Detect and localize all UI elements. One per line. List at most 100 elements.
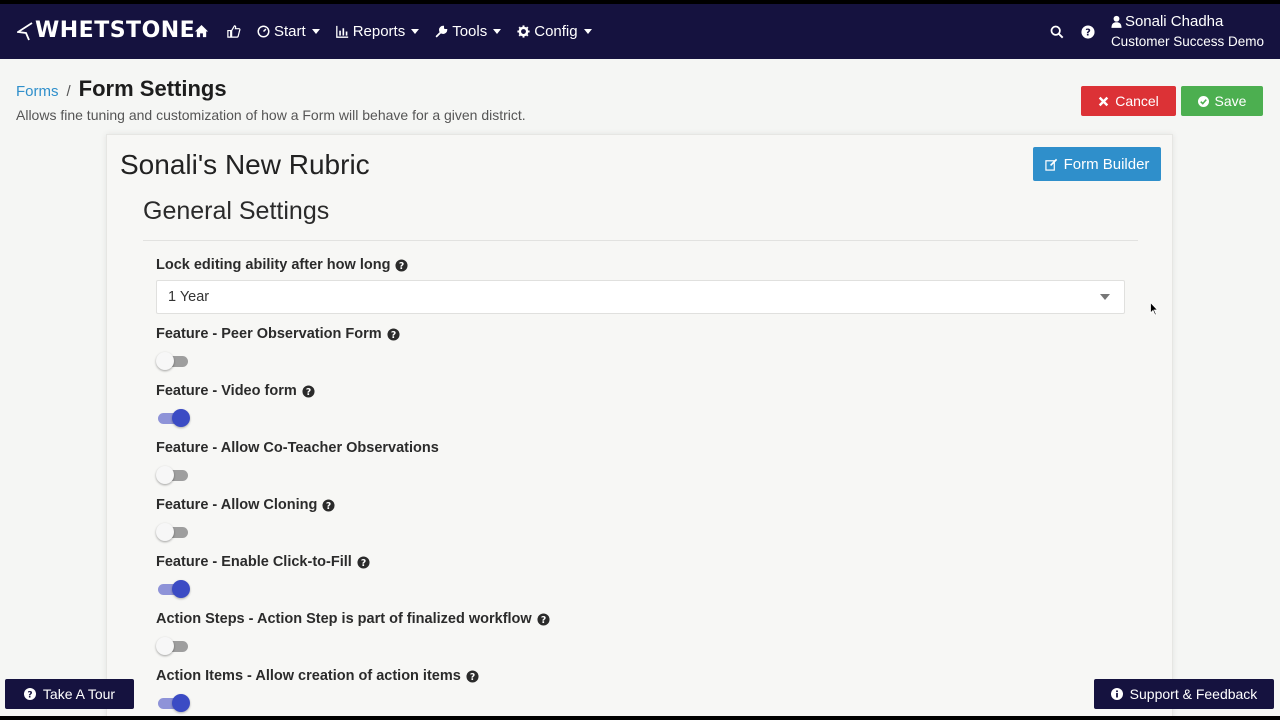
question-circle-icon[interactable]: ?: [395, 258, 408, 272]
nav-menu-bar: Start Reports Tools Config: [193, 4, 608, 59]
setting-label: Feature - Allow Co-Teacher Observations: [156, 440, 439, 456]
info-circle-icon: [1110, 688, 1123, 700]
nav-reports-label: Reports: [352, 23, 406, 40]
gear-icon: [517, 25, 530, 38]
breadcrumb-separator: /: [66, 83, 71, 100]
breadcrumb: Forms / Form Settings: [16, 76, 227, 102]
setting-toggle[interactable]: [156, 693, 190, 713]
chevron-down-icon: [1100, 294, 1110, 300]
take-a-tour-label: Take A Tour: [42, 686, 116, 702]
setting-label: Action Items - Allow creation of action …: [156, 668, 479, 684]
setting-toggle[interactable]: [156, 351, 190, 371]
setting-label-text: Feature - Allow Cloning: [156, 497, 318, 513]
thumbs-up-icon[interactable]: [225, 24, 241, 40]
take-a-tour-button[interactable]: ? Take A Tour: [5, 679, 134, 709]
nav-start-menu[interactable]: Start: [257, 23, 320, 40]
svg-text:?: ?: [361, 557, 366, 568]
nav-reports-menu[interactable]: Reports: [335, 23, 420, 40]
close-icon: [1098, 96, 1109, 106]
chevron-down-icon: [411, 29, 420, 34]
question-circle-icon[interactable]: ?: [322, 498, 335, 512]
setting-label: Feature - Allow Cloning?: [156, 497, 335, 513]
section-title: General Settings: [143, 197, 330, 225]
lock-editing-label-text: Lock editing ability after how long: [156, 257, 391, 273]
dashboard-icon: [257, 25, 270, 38]
toggle-knob: [156, 523, 174, 541]
nav-tools-menu[interactable]: Tools: [435, 23, 502, 40]
question-circle-icon[interactable]: ?: [537, 612, 550, 626]
logo[interactable]: WHETSTONE: [17, 18, 195, 43]
breadcrumb-forms-link[interactable]: Forms: [16, 83, 59, 100]
home-icon[interactable]: [193, 24, 209, 40]
bar-chart-icon: [335, 25, 348, 38]
setting-label: Feature - Peer Observation Form?: [156, 326, 400, 342]
page-title: Form Settings: [78, 76, 227, 101]
setting-label-text: Feature - Peer Observation Form: [156, 326, 382, 342]
question-circle-icon: ?: [23, 688, 36, 701]
form-builder-button[interactable]: Form Builder: [1033, 147, 1161, 181]
user-name: Sonali Chadha: [1124, 12, 1224, 30]
setting-label: Action Steps - Action Step is part of fi…: [156, 611, 550, 627]
page-description: Allows fine tuning and customization of …: [16, 107, 526, 123]
user-menu[interactable]: Sonali Chadha Customer Success Demo: [1111, 12, 1264, 52]
support-feedback-button[interactable]: Support & Feedback: [1094, 679, 1274, 709]
question-circle-icon[interactable]: ?: [302, 384, 315, 398]
toggle-knob: [172, 409, 190, 427]
svg-text:?: ?: [390, 329, 395, 340]
svg-text:?: ?: [399, 260, 404, 271]
toggle-knob: [156, 352, 174, 370]
user-icon: [1111, 15, 1122, 28]
question-circle-icon[interactable]: ?: [466, 669, 479, 683]
question-circle-icon[interactable]: ?: [357, 555, 370, 569]
cancel-button[interactable]: Cancel: [1081, 86, 1176, 116]
lock-editing-value: 1 Year: [168, 289, 210, 305]
form-builder-label: Form Builder: [1063, 155, 1150, 173]
top-navbar: WHETSTONE Start Reports Tools Config ? S…: [0, 4, 1280, 59]
setting-label-text: Feature - Allow Co-Teacher Observations: [156, 440, 439, 456]
svg-text:?: ?: [326, 500, 331, 511]
form-name: Sonali's New Rubric: [120, 149, 370, 180]
setting-toggle[interactable]: [156, 465, 190, 485]
setting-label-text: Feature - Enable Click-to-Fill: [156, 554, 352, 570]
help-circle-icon[interactable]: ?: [1080, 24, 1096, 40]
svg-text:?: ?: [27, 691, 32, 701]
chevron-down-icon: [583, 29, 592, 34]
chevron-down-icon: [311, 29, 320, 34]
cancel-label: Cancel: [1115, 93, 1159, 109]
wrench-icon: [435, 25, 448, 38]
app-frame: WHETSTONE Start Reports Tools Config ? S…: [0, 4, 1280, 716]
logo-mark-icon: [17, 21, 33, 40]
toggle-knob: [156, 637, 174, 655]
setting-toggle[interactable]: [156, 408, 190, 428]
question-circle-icon[interactable]: ?: [387, 327, 400, 341]
setting-label: Feature - Video form?: [156, 383, 315, 399]
save-label: Save: [1214, 93, 1247, 109]
toggle-knob: [172, 694, 190, 712]
svg-text:?: ?: [1085, 27, 1091, 38]
chevron-down-icon: [493, 29, 502, 34]
toggle-knob: [172, 580, 190, 598]
setting-label: Feature - Enable Click-to-Fill?: [156, 554, 370, 570]
nav-tools-label: Tools: [452, 23, 488, 40]
toggle-knob: [156, 466, 174, 484]
nav-config-menu[interactable]: Config: [517, 23, 592, 40]
lock-editing-select[interactable]: 1 Year: [156, 280, 1125, 314]
support-feedback-label: Support & Feedback: [1129, 686, 1258, 702]
lock-editing-label: Lock editing ability after how long ?: [156, 257, 408, 273]
search-icon[interactable]: [1049, 24, 1065, 40]
user-org: Customer Success Demo: [1110, 33, 1264, 49]
setting-label-text: Action Steps - Action Step is part of fi…: [156, 611, 532, 627]
save-button[interactable]: Save: [1181, 86, 1263, 116]
logo-text: WHETSTONE: [35, 18, 196, 43]
svg-text:?: ?: [306, 386, 311, 397]
nav-start-label: Start: [274, 23, 306, 40]
setting-toggle[interactable]: [156, 579, 190, 599]
nav-config-label: Config: [534, 23, 578, 40]
setting-toggle[interactable]: [156, 636, 190, 656]
nav-right: ? Sonali Chadha Customer Success Demo: [1049, 4, 1264, 59]
settings-card: Sonali's New Rubric Form Builder General…: [106, 134, 1173, 716]
mouse-cursor-icon: [1150, 302, 1158, 316]
section-divider: [143, 240, 1138, 241]
edit-icon: [1044, 158, 1057, 171]
setting-toggle[interactable]: [156, 522, 190, 542]
